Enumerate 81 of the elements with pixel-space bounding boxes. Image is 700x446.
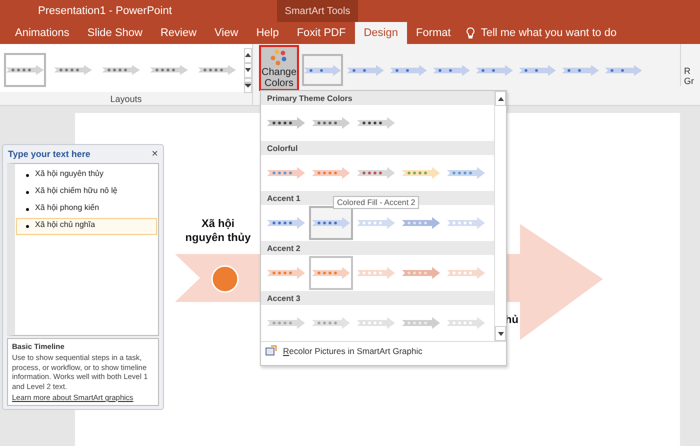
arrow-icon <box>519 64 556 76</box>
scroll-down-button[interactable] <box>244 62 252 78</box>
arrow-icon <box>267 317 305 329</box>
arrow-icon <box>402 267 440 279</box>
arrow-icon <box>312 117 350 129</box>
up-caret-icon <box>498 96 504 102</box>
arrow-icon <box>267 267 305 279</box>
arrow-icon <box>447 167 485 179</box>
bullet-item[interactable]: Xã hội nguyên thủy <box>16 167 157 184</box>
bullet-item[interactable]: Xã hội phong kiến <box>16 201 157 218</box>
arrow-icon <box>357 317 395 329</box>
contextual-tab-group: SmartArt Tools <box>277 0 358 22</box>
arrow-icon <box>102 65 140 75</box>
arrow-icon <box>312 267 350 279</box>
scroll-up-button[interactable] <box>244 48 252 62</box>
layout-thumbnail[interactable] <box>4 53 46 87</box>
section-header: Accent 3 <box>261 291 494 305</box>
arrow-icon <box>304 64 341 76</box>
arrow-icon <box>605 64 642 76</box>
up-caret-icon <box>245 52 251 58</box>
ribbon-tab[interactable]: Foxit PDF <box>288 22 355 44</box>
pane-title: Type your text here <box>8 149 90 159</box>
ribbon-tab[interactable]: Animations <box>6 22 78 44</box>
bullet-item[interactable]: Xã hội chủ nghĩa <box>16 218 157 235</box>
ribbon-tab[interactable]: Format <box>406 22 460 44</box>
ribbon-tab[interactable]: Help <box>247 22 288 44</box>
arrow-icon <box>402 217 440 229</box>
section-header: Colorful <box>261 141 494 155</box>
bullet-item[interactable]: Xã hội chiếm hữu nô lệ <box>16 184 157 201</box>
recolor-pictures-item[interactable]: Recolor Pictures in SmartArt Graphic <box>283 346 422 356</box>
ribbon-tab[interactable]: Slide Show <box>78 22 152 44</box>
color-option[interactable] <box>309 256 353 290</box>
arrow-icon <box>6 65 44 75</box>
scroll-down-button[interactable] <box>495 326 506 341</box>
arrow-icon <box>357 217 395 229</box>
arrow-icon <box>357 167 395 179</box>
down-caret-icon <box>498 330 504 336</box>
section-header: Accent 2 <box>261 241 494 255</box>
lightbulb-icon[interactable] <box>466 27 475 39</box>
window-title: Presentation1 - PowerPoint <box>38 4 173 19</box>
scroll-up-button[interactable] <box>495 91 506 106</box>
arrow-icon <box>447 267 485 279</box>
arrow-icon <box>267 217 305 229</box>
arrow-icon <box>312 217 350 229</box>
close-button[interactable]: × <box>152 148 158 160</box>
arrow-icon <box>357 117 395 129</box>
down-caret-icon <box>245 67 251 73</box>
arrow-icon <box>54 65 92 75</box>
ribbon-label: R <box>684 66 692 76</box>
ribbon-tab[interactable]: View <box>206 22 248 44</box>
color-option[interactable] <box>309 206 353 240</box>
tooltip: Colored Fill - Accent 2 <box>333 196 420 209</box>
arrow-icon <box>267 117 305 129</box>
ribbon-label: Gr <box>684 76 695 86</box>
arrow-icon <box>433 64 470 76</box>
ribbon-tab[interactable]: Design <box>354 22 407 44</box>
style-thumbnail[interactable] <box>302 54 343 86</box>
arrow-icon <box>312 167 350 179</box>
arrow-icon <box>357 267 395 279</box>
arrow-icon <box>562 64 599 76</box>
change-colors-button[interactable]: Change Colors <box>259 45 299 91</box>
arrow-icon <box>150 65 188 75</box>
group-label: Layouts <box>110 94 142 104</box>
more-button[interactable] <box>244 78 252 92</box>
arrow-icon <box>267 167 305 179</box>
arrow-icon <box>347 64 384 76</box>
arrow-icon <box>198 65 236 75</box>
arrow-icon <box>390 64 427 76</box>
recolor-icon <box>265 345 277 356</box>
timeline-label: Xã hội nguyên thủy <box>185 217 251 245</box>
palette-icon <box>269 49 289 67</box>
arrow-icon <box>447 217 485 229</box>
arrow-icon <box>402 167 440 179</box>
ribbon-tab[interactable]: Review <box>151 22 206 44</box>
tell-me-field[interactable]: Tell me what you want to do <box>480 27 617 39</box>
section-header: Primary Theme Colors <box>261 91 494 105</box>
arrow-icon <box>447 317 485 329</box>
arrow-icon <box>312 317 350 329</box>
arrow-icon <box>402 317 440 329</box>
down-caret-icon <box>245 82 251 88</box>
arrow-icon <box>476 64 513 76</box>
